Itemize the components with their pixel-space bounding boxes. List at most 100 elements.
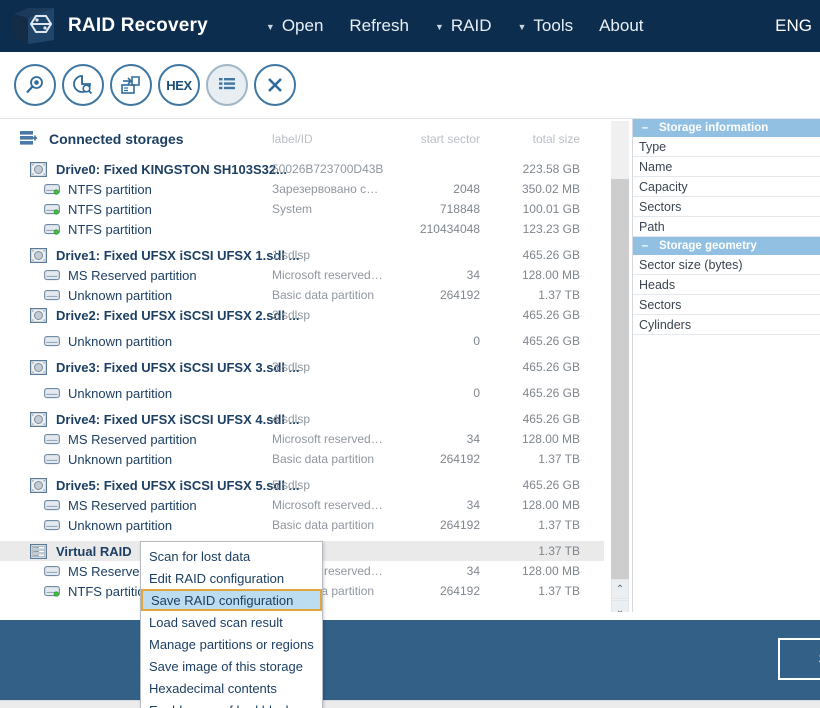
storage-row-partition[interactable]: Unknown partition0465.26 GB <box>0 383 604 403</box>
column-header-total-size: total size <box>500 132 580 146</box>
storage-rows: Drive0: Fixed KINGSTON SH103S32...50026B… <box>0 159 604 601</box>
storage-row-name: Unknown partition <box>68 386 172 401</box>
menu-item-raid[interactable]: RAID <box>451 16 492 36</box>
list-view-button[interactable] <box>206 64 248 106</box>
storage-row-start-sector: 34 <box>380 498 480 512</box>
storage-row-name: Drive1: Fixed UFSX iSCSI UFSX 1.sdl ... <box>56 248 299 263</box>
info-row: Sectors <box>633 197 820 217</box>
storage-row-total-size: 128.00 MB <box>500 268 580 282</box>
drive-icon <box>30 360 47 375</box>
storage-row-drive[interactable]: Drive4: Fixed UFSX iSCSI UFSX 4.sdl ...4… <box>0 409 604 429</box>
context-menu-item[interactable]: Save image of this storage <box>141 655 322 677</box>
context-menu-item[interactable]: Edit RAID configuration <box>141 567 322 589</box>
chevron-down-icon-tools[interactable]: ▼ <box>517 23 526 32</box>
partition-icon <box>44 433 60 445</box>
partition-mounted-icon <box>44 183 60 195</box>
scrollbar-up-button[interactable]: ⌃ <box>611 579 629 599</box>
storage-row-total-size: 223.58 GB <box>500 162 580 176</box>
menu-item-open[interactable]: Open <box>282 16 324 36</box>
storage-row-drive[interactable]: Drive2: Fixed UFSX iSCSI UFSX 2.sdl ...2… <box>0 305 604 325</box>
context-menu-item[interactable]: Load saved scan result <box>141 611 322 633</box>
partition-mounted-icon <box>44 203 60 215</box>
info-row-label: Heads <box>639 278 675 292</box>
storage-row-total-size: 465.26 GB <box>500 412 580 426</box>
storage-row-partition[interactable]: NTFS partitionЗарезервовано систе...2048… <box>0 179 604 199</box>
info-row-label: Name <box>639 160 672 174</box>
partition-icon <box>44 499 60 511</box>
start-button[interactable]: Start <box>778 638 820 680</box>
partition-icon <box>44 289 60 301</box>
column-header-start-sector: start sector <box>380 132 480 146</box>
storage-row-drive[interactable]: Drive3: Fixed UFSX iSCSI UFSX 3.sdl ...3… <box>0 357 604 377</box>
storage-row-name: Drive3: Fixed UFSX iSCSI UFSX 3.sdl ... <box>56 360 299 375</box>
storage-row-total-size: 1.37 TB <box>500 288 580 302</box>
chevron-down-icon-open[interactable]: ▼ <box>266 23 275 32</box>
drive-icon <box>30 308 47 323</box>
bottom-action-bar: Start <box>0 620 820 700</box>
collapse-minus-icon[interactable]: – <box>639 240 651 252</box>
close-button[interactable] <box>254 64 296 106</box>
scrollbar-track[interactable] <box>611 121 629 179</box>
info-row: Sector size (bytes) <box>633 255 820 275</box>
titlebar: RAID Recovery ▼ Open Refresh ▼ RAID ▼ To… <box>0 0 820 52</box>
language-selector[interactable]: ENG <box>775 16 812 36</box>
context-menu-item[interactable]: Scan for lost data <box>141 545 322 567</box>
info-section-header[interactable]: –Storage information <box>633 119 820 137</box>
storage-row-total-size: 1.37 TB <box>500 584 580 598</box>
storage-row-label-id: Microsoft reserved par... <box>272 432 384 446</box>
context-menu-item[interactable]: Hexadecimal contents <box>141 677 322 699</box>
list-icon <box>217 75 237 95</box>
info-row: Heads <box>633 275 820 295</box>
storage-row-name: MS Reserved partition <box>68 432 197 447</box>
storage-row-name: Virtual RAID <box>56 544 132 559</box>
storage-row-partition[interactable]: NTFS partitionSystem718848100.01 GB <box>0 199 604 219</box>
save-image-button[interactable] <box>110 64 152 106</box>
storage-row-drive[interactable]: Drive5: Fixed UFSX iSCSI UFSX 5.sdl ...5… <box>0 475 604 495</box>
context-menu-item[interactable]: Save RAID configuration <box>141 589 322 611</box>
storage-row-drive[interactable]: Drive1: Fixed UFSX iSCSI UFSX 1.sdl ...1… <box>0 245 604 265</box>
menu-item-refresh[interactable]: Refresh <box>349 16 409 36</box>
storage-row-partition[interactable]: Unknown partitionBasic data partition264… <box>0 515 604 535</box>
column-header-label-id: label/ID <box>272 132 313 146</box>
context-menu-item[interactable]: Manage partitions or regions <box>141 633 322 655</box>
storage-row-start-sector: 34 <box>380 268 480 282</box>
disk-usage-button[interactable] <box>62 64 104 106</box>
storage-information-panel: –Storage informationTypeNameCapacitySect… <box>632 119 820 621</box>
storage-row-start-sector: 210434048 <box>380 222 480 236</box>
collapse-minus-icon[interactable]: – <box>639 122 651 134</box>
chevron-down-icon-raid[interactable]: ▼ <box>435 23 444 32</box>
storage-row-label-id: Microsoft reserved par... <box>272 268 384 282</box>
storage-row-total-size: 128.00 MB <box>500 432 580 446</box>
scan-for-lost-data-button[interactable] <box>14 64 56 106</box>
info-row-label: Type <box>639 140 666 154</box>
menu-item-about[interactable]: About <box>599 16 643 36</box>
storage-row-partition[interactable]: NTFS partition210434048123.23 GB <box>0 219 604 239</box>
menu-item-tools[interactable]: Tools <box>533 16 573 36</box>
storage-row-name: NTFS partition <box>68 202 152 217</box>
hexadecimal-button[interactable]: HEX <box>158 64 200 106</box>
hex-label: HEX <box>166 78 192 93</box>
storage-row-drive[interactable]: Drive0: Fixed KINGSTON SH103S32...50026B… <box>0 159 604 179</box>
storage-row-name: Unknown partition <box>68 518 172 533</box>
save-image-icon <box>119 73 143 97</box>
storage-row-total-size: 465.26 GB <box>500 478 580 492</box>
virtual-raid-icon <box>30 544 47 559</box>
storage-row-start-sector: 34 <box>380 564 480 578</box>
context-menu-item[interactable]: Enable map of bad blocks <box>141 699 322 708</box>
storage-row-partition[interactable]: Unknown partitionBasic data partition264… <box>0 285 604 305</box>
storage-row-partition[interactable]: Unknown partition0465.26 GB <box>0 331 604 351</box>
content-area: Connected storages label/ID start sector… <box>0 118 820 620</box>
storage-row-partition[interactable]: MS Reserved partition Microsoft reserved … <box>0 429 604 449</box>
list-scrollbar[interactable]: ⌃ ⌄ <box>611 121 629 619</box>
scrollbar-thumb[interactable] <box>611 179 629 579</box>
storage-row-partition[interactable]: MS Reserved partitionMicrosoft reserved … <box>0 495 604 515</box>
partition-mounted-icon <box>44 585 60 597</box>
info-section-header[interactable]: –Storage geometry <box>633 237 820 255</box>
storage-row-partition[interactable]: Unknown partitionBasic data partition264… <box>0 449 604 469</box>
storage-row-partition[interactable]: MS Reserved partitionMicrosoft reserved … <box>0 265 604 285</box>
raid-folder-logo-icon <box>12 6 56 46</box>
storage-row-total-size: 1.37 TB <box>500 518 580 532</box>
context-menu-item-label: Scan for lost data <box>149 549 250 564</box>
storage-row-label-id: System <box>272 202 384 216</box>
storage-row-label-id: Microsoft reserved par... <box>272 498 384 512</box>
